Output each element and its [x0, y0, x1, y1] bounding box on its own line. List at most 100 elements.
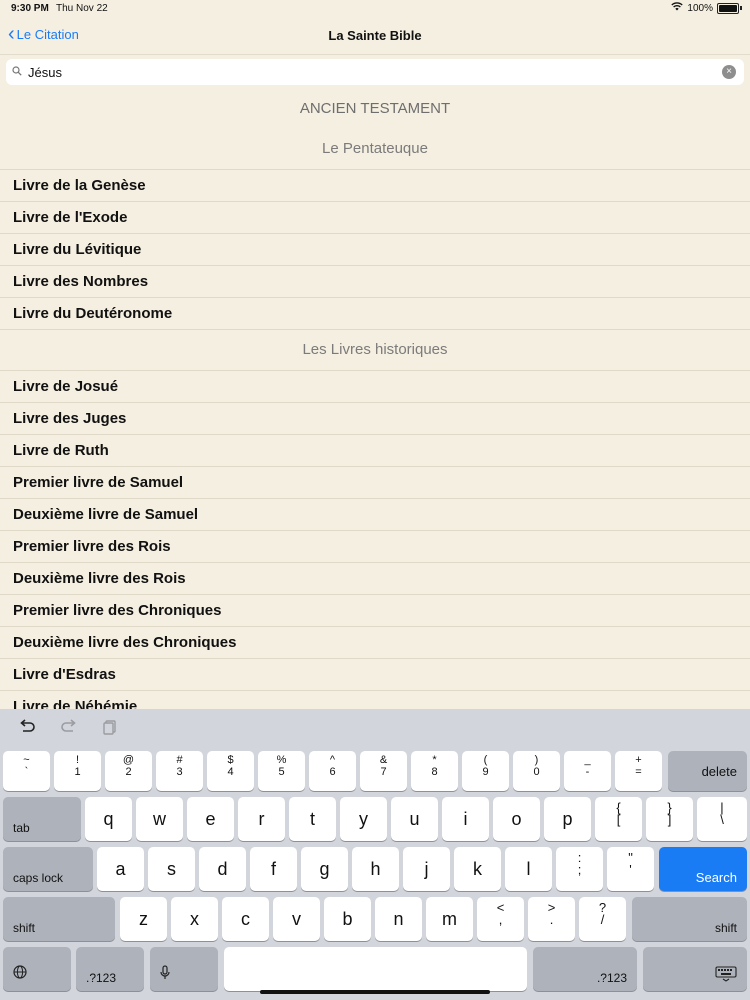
search-area: ×	[0, 54, 750, 88]
key-h[interactable]: h	[352, 847, 399, 891]
redo-icon[interactable]	[60, 719, 78, 740]
key-e[interactable]: e	[187, 797, 234, 841]
status-date: Thu Nov 22	[56, 3, 108, 14]
list-item[interactable]: Deuxième livre de Samuel	[0, 499, 750, 531]
book-list[interactable]: ANCIEN TESTAMENT Le Pentateuque Livre de…	[0, 87, 750, 709]
search-input[interactable]	[28, 64, 722, 80]
caps-lock-key[interactable]: caps lock	[3, 847, 93, 891]
delete-key[interactable]: delete	[668, 751, 747, 791]
section-header: Le Pentateuque	[0, 129, 750, 170]
list-item[interactable]: Premier livre de Samuel	[0, 467, 750, 499]
key-f[interactable]: f	[250, 847, 297, 891]
key-p[interactable]: p	[544, 797, 591, 841]
key-u[interactable]: u	[391, 797, 438, 841]
list-item[interactable]: Livre de l'Exode	[0, 202, 750, 234]
key-brace-right[interactable]: }]	[646, 797, 693, 841]
key-comma[interactable]: <,	[477, 897, 524, 941]
key-5[interactable]: % 5	[258, 751, 305, 791]
undo-icon[interactable]	[18, 719, 36, 740]
shift-left-key[interactable]: shift	[3, 897, 115, 941]
key-j[interactable]: j	[403, 847, 450, 891]
clear-search-icon[interactable]: ×	[722, 65, 736, 79]
microphone-icon	[160, 965, 170, 983]
key-i[interactable]: i	[442, 797, 489, 841]
key-c[interactable]: c	[222, 897, 269, 941]
key-s[interactable]: s	[148, 847, 195, 891]
key-x[interactable]: x	[171, 897, 218, 941]
key-k[interactable]: k	[454, 847, 501, 891]
key-slash[interactable]: ? /	[579, 897, 626, 941]
list-item[interactable]: Livre de Ruth	[0, 435, 750, 467]
tab-key[interactable]: tab	[3, 797, 81, 841]
battery-tip	[740, 6, 742, 10]
list-item[interactable]: Livre du Deutéronome	[0, 298, 750, 330]
key-0[interactable]: ) 0	[513, 751, 560, 791]
list-item[interactable]: Livre d'Esdras	[0, 659, 750, 691]
dismiss-keyboard-key[interactable]	[643, 947, 747, 991]
dictation-key[interactable]	[150, 947, 218, 991]
key-q[interactable]: q	[85, 797, 132, 841]
list-item[interactable]: Livre de Néhémie	[0, 691, 750, 709]
list-item[interactable]: Deuxième livre des Rois	[0, 563, 750, 595]
list-item[interactable]: Livre des Nombres	[0, 266, 750, 298]
section-header: Les Livres historiques	[0, 330, 750, 371]
list-item[interactable]: Livre des Juges	[0, 403, 750, 435]
key-8[interactable]: * 8	[411, 751, 458, 791]
list-item[interactable]: Livre de Josué	[0, 371, 750, 403]
key-1[interactable]: ! 1	[54, 751, 101, 791]
key-tilde[interactable]: ~ `	[3, 751, 50, 791]
nav-bar: ‹ Le Citation La Sainte Bible	[0, 18, 750, 54]
key-brace-left[interactable]: {[	[595, 797, 642, 841]
key-a[interactable]: a	[97, 847, 144, 891]
key-m[interactable]: m	[426, 897, 473, 941]
keyboard-hide-icon	[715, 966, 737, 985]
key-r[interactable]: r	[238, 797, 285, 841]
list-item[interactable]: Premier livre des Chroniques	[0, 595, 750, 627]
key-4[interactable]: $4	[207, 751, 254, 791]
numbers-key-left[interactable]: .?123	[76, 947, 144, 991]
key-d[interactable]: d	[199, 847, 246, 891]
key-t[interactable]: t	[289, 797, 336, 841]
keyboard: ~ ` ! 1 @2 #3 $4 % 5 ^ 6 & 7 * 8 (9 ) 0 _ - + = d…	[0, 709, 750, 1000]
key-semicolon[interactable]: :;	[556, 847, 603, 891]
key-w[interactable]: w	[136, 797, 183, 841]
search-bar[interactable]: ×	[6, 59, 744, 85]
testament-header: ANCIEN TESTAMENT	[299, 100, 451, 117]
keyboard-toolbar	[18, 719, 118, 740]
key-v[interactable]: v	[273, 897, 320, 941]
key-y[interactable]: y	[340, 797, 387, 841]
search-key[interactable]: Search	[659, 847, 747, 891]
battery-percent: 100%	[687, 2, 713, 14]
key-quote[interactable]: " '	[607, 847, 654, 891]
key-9[interactable]: (9	[462, 751, 509, 791]
home-indicator[interactable]	[260, 990, 490, 994]
list-item[interactable]: Livre du Lévitique	[0, 234, 750, 266]
key-g[interactable]: g	[301, 847, 348, 891]
key-z[interactable]: z	[120, 897, 167, 941]
search-icon	[6, 65, 28, 79]
shift-right-key[interactable]: shift	[632, 897, 747, 941]
space-key[interactable]	[224, 947, 527, 991]
key-o[interactable]: o	[493, 797, 540, 841]
key-backslash[interactable]: | \	[697, 797, 747, 841]
status-right: 100%	[671, 2, 742, 14]
key-minus[interactable]: _ -	[564, 751, 611, 791]
key-b[interactable]: b	[324, 897, 371, 941]
wifi-icon	[671, 2, 684, 14]
list-item[interactable]: Livre de la Genèse	[0, 170, 750, 202]
key-7[interactable]: & 7	[360, 751, 407, 791]
status-time: 9:30 PM	[11, 3, 49, 14]
page-title: La Sainte Bible	[328, 28, 422, 43]
numbers-key-right[interactable]: .?123	[533, 947, 637, 991]
key-2[interactable]: @2	[105, 751, 152, 791]
list-item[interactable]: Deuxième livre des Chroniques	[0, 627, 750, 659]
list-item[interactable]: Premier livre des Rois	[0, 531, 750, 563]
key-period[interactable]: >.	[528, 897, 575, 941]
key-3[interactable]: #3	[156, 751, 203, 791]
paste-icon[interactable]	[102, 719, 118, 740]
globe-key[interactable]	[3, 947, 71, 991]
key-l[interactable]: l	[505, 847, 552, 891]
key-n[interactable]: n	[375, 897, 422, 941]
key-6[interactable]: ^ 6	[309, 751, 356, 791]
key-equals[interactable]: + =	[615, 751, 662, 791]
